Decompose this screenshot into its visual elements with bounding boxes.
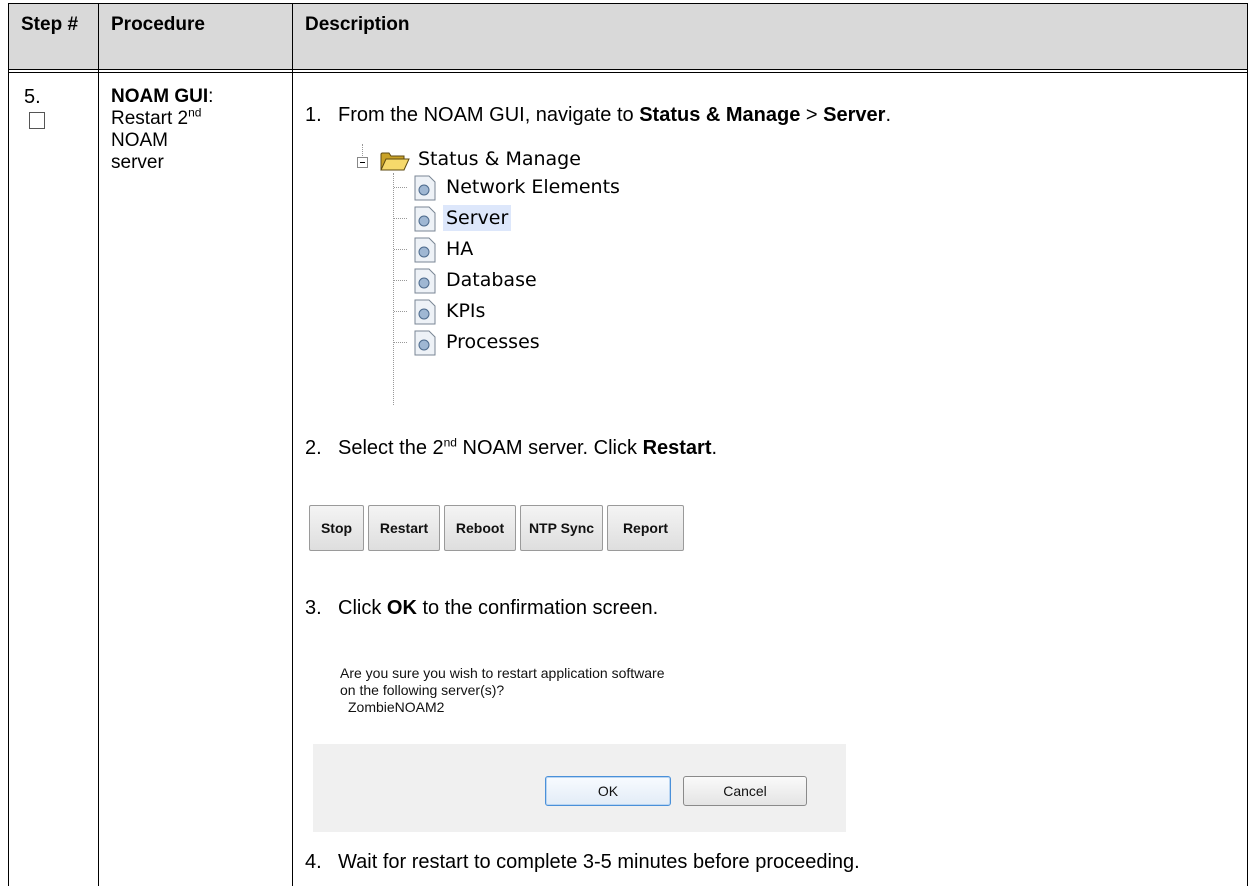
tree-item-label: KPIs [446, 300, 486, 322]
tree-item-label: Processes [446, 331, 540, 353]
step-1: 1. From the NOAM GUI, navigate to Status … [305, 103, 891, 127]
step-3: 3. Click OK to the confirmation screen. [305, 596, 658, 620]
stop-button[interactable]: Stop [309, 505, 364, 551]
cancel-button[interactable]: Cancel [683, 776, 807, 806]
restart-button[interactable]: Restart [368, 505, 440, 551]
table-border-right [1247, 3, 1248, 886]
tree-item-network-elements[interactable]: Network Elements [394, 173, 714, 203]
page-icon [414, 268, 436, 294]
tree-item-database[interactable]: Database [394, 266, 714, 296]
tree-folder-status-manage[interactable]: Status & Manage [418, 147, 581, 171]
step-2-number: 2. [305, 437, 322, 459]
procedure-line-1: Restart 2nd [111, 105, 286, 130]
header-procedure: Procedure [111, 14, 205, 35]
step-4-text: Wait for restart to complete 3-5 minutes… [338, 851, 860, 873]
page-icon [414, 206, 436, 232]
step-2-text-post: . [711, 437, 718, 459]
table-border-header-bottom [8, 69, 1248, 70]
step-1-number: 1. [305, 104, 322, 126]
step-1-bold-item: Server [823, 104, 886, 126]
page-icon [414, 237, 436, 263]
step-3-text-pre: Click [338, 597, 387, 619]
collapse-icon[interactable] [357, 157, 368, 168]
confirmation-line-2: on the following server(s)? [340, 682, 505, 698]
step-4: 4. Wait for restart to complete 3-5 minut… [305, 850, 860, 874]
navigation-tree: Status & Manage Network Elements Server … [355, 140, 715, 415]
table-border-header-bottom-2 [8, 72, 1248, 73]
step-1-text-mid: > [800, 104, 824, 126]
tree-connector [394, 187, 407, 188]
header-description-label: Description [305, 14, 410, 35]
tree-item-kpis[interactable]: KPIs [394, 297, 714, 327]
tree-connector [394, 280, 407, 281]
procedure-line-2: NOAM [111, 130, 168, 151]
tree-connector [394, 342, 407, 343]
step-1-text-pre: From the NOAM GUI, navigate to [338, 104, 640, 126]
step-2-text-pre: Select the 2 [338, 437, 444, 459]
tree-item-label: Database [446, 269, 537, 291]
tree-item-processes[interactable]: Processes [394, 328, 714, 358]
procedure-cell: NOAM GUI: Restart 2nd NOAM server [111, 86, 286, 174]
ok-button[interactable]: OK [545, 776, 671, 806]
step-2-bold-restart: Restart [642, 437, 712, 459]
header-step-label: Step # [21, 14, 79, 35]
page-icon [414, 299, 436, 325]
table-border-left [8, 3, 9, 886]
step-2-text-mid: NOAM server. Click [456, 437, 643, 459]
step-2-sup: nd [443, 435, 457, 450]
confirmation-line-1: Are you sure you wish to restart applica… [340, 665, 665, 681]
ntp-sync-button[interactable]: NTP Sync [520, 505, 603, 551]
step-4-number: 4. [305, 851, 322, 873]
confirmation-message: Are you sure you wish to restart applica… [340, 665, 665, 716]
procedure-line-1-text: Restart 2 [111, 108, 189, 129]
tree-connector-top [362, 144, 363, 156]
report-button[interactable]: Report [607, 505, 684, 551]
step-3-number: 3. [305, 597, 322, 619]
reboot-button[interactable]: Reboot [444, 505, 516, 551]
header-description: Description [305, 14, 410, 35]
page-icon [414, 175, 436, 201]
procedure-title-colon: : [208, 86, 214, 107]
tree-item-server[interactable]: Server [394, 204, 714, 234]
procedure-line-3: server [111, 152, 164, 173]
tree-item-label: Network Elements [446, 176, 620, 198]
confirmation-server-name: ZombieNOAM2 [348, 699, 445, 715]
server-action-toolbar: Stop Restart Reboot NTP Sync Report [309, 505, 684, 551]
table-col-divider-2 [292, 3, 293, 886]
open-folder-icon [380, 152, 410, 171]
step-1-bold-menu: Status & Manage [639, 104, 801, 126]
step-checkbox[interactable] [29, 112, 45, 129]
step-number: 5. [24, 86, 41, 108]
step-1-text-post: . [885, 104, 892, 126]
procedure-title-bold: NOAM GUI [111, 86, 209, 107]
table-border-top [8, 3, 1248, 4]
tree-item-label: HA [446, 238, 474, 260]
page-icon [414, 330, 436, 356]
step-3-bold-ok: OK [386, 597, 417, 619]
table-col-divider-1 [98, 3, 99, 886]
table-header-background [8, 3, 1248, 69]
procedure-line-1-sup: nd [188, 105, 202, 120]
step-2: 2. Select the 2nd NOAM server. Click Rest… [305, 436, 717, 460]
tree-item-ha[interactable]: HA [394, 235, 714, 265]
tree-connector [394, 218, 407, 219]
tree-connector [394, 249, 407, 250]
tree-connector [394, 311, 407, 312]
tree-item-label-selected: Server [443, 205, 512, 231]
header-step: Step # [21, 14, 91, 35]
step-3-text-post: to the confirmation screen. [416, 597, 659, 619]
header-procedure-label: Procedure [111, 14, 205, 35]
